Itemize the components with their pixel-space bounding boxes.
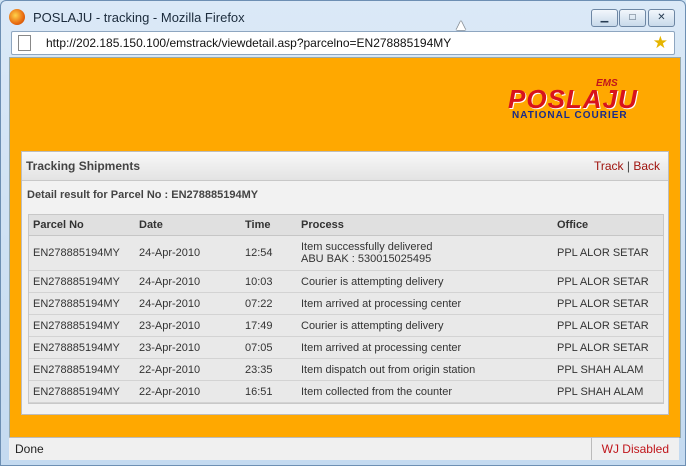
table-row: EN278885194MY 23-Apr-2010 17:49 Courier … bbox=[29, 314, 663, 337]
window-title: POSLAJU - tracking - Mozilla Firefox bbox=[33, 10, 245, 25]
cell-date: 22-Apr-2010 bbox=[135, 380, 241, 403]
header-time: Time bbox=[241, 215, 297, 236]
back-link[interactable]: Back bbox=[633, 159, 660, 173]
page-icon bbox=[18, 35, 31, 51]
bookmark-star-icon[interactable]: ★ bbox=[653, 33, 668, 53]
table-row: EN278885194MY 24-Apr-2010 10:03 Courier … bbox=[29, 270, 663, 293]
cell-process: Courier is attempting delivery bbox=[297, 270, 553, 293]
link-separator: | bbox=[626, 159, 630, 173]
detail-heading: Detail result for Parcel No : EN27888519… bbox=[27, 189, 259, 201]
table-row: EN278885194MY 22-Apr-2010 23:35 Item dis… bbox=[29, 358, 663, 381]
cell-date: 22-Apr-2010 bbox=[135, 358, 241, 381]
table-row: EN278885194MY 22-Apr-2010 16:51 Item col… bbox=[29, 380, 663, 403]
logo-sub-text: NATIONAL COURIER bbox=[512, 110, 628, 121]
cell-date: 24-Apr-2010 bbox=[135, 292, 241, 315]
process-line-2: ABU BAK : 530015025495 bbox=[301, 253, 432, 265]
cell-process: Item successfully delivered ABU BAK : 53… bbox=[297, 235, 553, 271]
title-bar: POSLAJU - tracking - Mozilla Firefox ▁ □… bbox=[1, 1, 685, 31]
process-line-1: Item successfully delivered bbox=[301, 241, 433, 253]
header-office: Office bbox=[553, 215, 663, 236]
cell-office: PPL SHAH ALAM bbox=[553, 380, 663, 403]
status-text: Done bbox=[15, 442, 44, 456]
cell-office: PPL ALOR SETAR bbox=[553, 292, 663, 315]
tracking-table: Parcel No Date Time Process Office EN278… bbox=[28, 214, 664, 404]
header-date: Date bbox=[135, 215, 241, 236]
header-parcel-no: Parcel No bbox=[29, 215, 135, 236]
mouse-cursor-icon: ▲ bbox=[453, 17, 469, 34]
table-row: EN278885194MY 23-Apr-2010 07:05 Item arr… bbox=[29, 336, 663, 359]
cell-process: Item collected from the counter bbox=[297, 380, 553, 403]
table-header-row: Parcel No Date Time Process Office bbox=[29, 215, 663, 236]
maximize-button[interactable]: □ bbox=[619, 9, 646, 27]
wj-status-indicator[interactable]: WJ Disabled bbox=[590, 438, 679, 460]
cell-parcel: EN278885194MY bbox=[29, 380, 135, 403]
cell-time: 17:49 bbox=[241, 314, 297, 337]
table-row: EN278885194MY 24-Apr-2010 12:54 Item suc… bbox=[29, 235, 663, 271]
cell-process: Item dispatch out from origin station bbox=[297, 358, 553, 381]
cell-date: 24-Apr-2010 bbox=[135, 270, 241, 293]
cell-parcel: EN278885194MY bbox=[29, 270, 135, 293]
browser-window: POSLAJU - tracking - Mozilla Firefox ▁ □… bbox=[0, 0, 686, 466]
cell-office: PPL SHAH ALAM bbox=[553, 358, 663, 381]
close-button[interactable]: ✕ bbox=[648, 9, 675, 27]
cell-date: 23-Apr-2010 bbox=[135, 336, 241, 359]
cell-office: PPL ALOR SETAR bbox=[553, 314, 663, 337]
url-text[interactable]: http://202.185.150.100/emstrack/viewdeta… bbox=[46, 36, 451, 50]
panel-links: Track | Back bbox=[594, 159, 660, 173]
cell-process: Item arrived at processing center bbox=[297, 336, 553, 359]
panel-header: Tracking Shipments Track | Back bbox=[22, 152, 668, 181]
cell-time: 07:22 bbox=[241, 292, 297, 315]
cell-parcel: EN278885194MY bbox=[29, 314, 135, 337]
panel-title: Tracking Shipments bbox=[26, 159, 141, 173]
tracking-panel: Tracking Shipments Track | Back Detail r… bbox=[21, 151, 669, 415]
page-content: EMS POSLAJU NATIONAL COURIER Tracking Sh… bbox=[9, 57, 681, 438]
cell-parcel: EN278885194MY bbox=[29, 292, 135, 315]
cell-office: PPL ALOR SETAR bbox=[553, 270, 663, 293]
firefox-icon bbox=[9, 9, 25, 25]
cell-date: 23-Apr-2010 bbox=[135, 314, 241, 337]
cell-parcel: EN278885194MY bbox=[29, 336, 135, 359]
track-link[interactable]: Track bbox=[594, 159, 624, 173]
cell-time: 12:54 bbox=[241, 235, 297, 271]
cell-process: Item arrived at processing center bbox=[297, 292, 553, 315]
cell-time: 16:51 bbox=[241, 380, 297, 403]
cell-time: 23:35 bbox=[241, 358, 297, 381]
poslaju-logo: EMS POSLAJU NATIONAL COURIER bbox=[508, 78, 658, 121]
status-bar: Done WJ Disabled bbox=[9, 437, 679, 460]
cell-parcel: EN278885194MY bbox=[29, 235, 135, 271]
cell-parcel: EN278885194MY bbox=[29, 358, 135, 381]
cell-office: PPL ALOR SETAR bbox=[553, 336, 663, 359]
cell-time: 10:03 bbox=[241, 270, 297, 293]
header-process: Process bbox=[297, 215, 553, 236]
cell-date: 24-Apr-2010 bbox=[135, 235, 241, 271]
address-bar[interactable]: http://202.185.150.100/emstrack/viewdeta… bbox=[11, 31, 675, 55]
cell-time: 07:05 bbox=[241, 336, 297, 359]
table-row: EN278885194MY 24-Apr-2010 07:22 Item arr… bbox=[29, 292, 663, 315]
cell-office: PPL ALOR SETAR bbox=[553, 235, 663, 271]
minimize-button[interactable]: ▁ bbox=[591, 9, 618, 27]
cell-process: Courier is attempting delivery bbox=[297, 314, 553, 337]
